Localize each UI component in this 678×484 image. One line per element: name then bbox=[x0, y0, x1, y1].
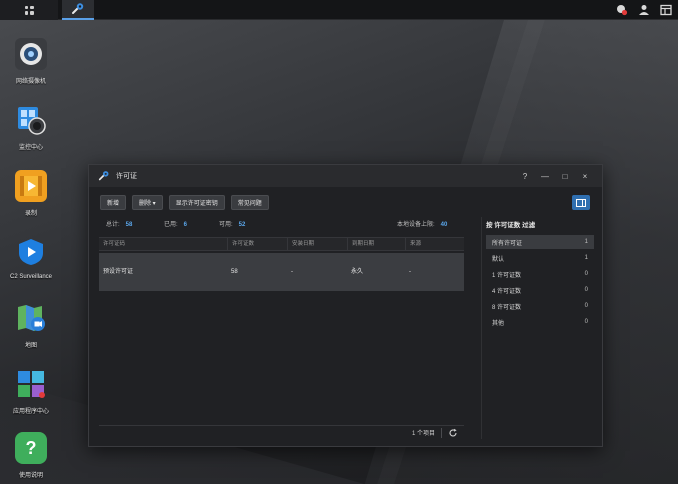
refresh-icon[interactable] bbox=[448, 428, 458, 438]
widgets-icon[interactable] bbox=[660, 4, 672, 16]
desktop-icon-camera[interactable]: 网络摄像机 bbox=[0, 38, 62, 85]
desktop-icon-app-center[interactable]: 应用程序中心 bbox=[0, 368, 62, 415]
license-app-icon bbox=[98, 171, 109, 181]
taskbar bbox=[0, 0, 678, 20]
stat-used: 已用: 6 bbox=[164, 222, 188, 228]
divider bbox=[441, 427, 442, 438]
desktop-icon-label: 使用说明 bbox=[18, 473, 43, 479]
svg-text:?: ? bbox=[26, 438, 37, 458]
help-icon: ? bbox=[15, 432, 47, 464]
close-button[interactable]: × bbox=[580, 172, 590, 181]
filter-item-default[interactable]: 默认 1 bbox=[486, 251, 594, 265]
column-header-expire-date[interactable]: 到期日期 bbox=[347, 238, 405, 251]
filter-item-1[interactable]: 1 许可证数 0 bbox=[486, 267, 594, 281]
desktop-icon-recording[interactable]: 录制 bbox=[0, 170, 62, 217]
maximize-button[interactable]: □ bbox=[560, 172, 570, 181]
filter-item-8[interactable]: 8 许可证数 0 bbox=[486, 299, 594, 313]
window-title: 许可证 bbox=[116, 173, 137, 180]
license-app-icon bbox=[72, 3, 84, 14]
c2-surveillance-icon bbox=[15, 236, 47, 268]
desktop-icon-c2-surveillance[interactable]: C2 Surveillance bbox=[0, 236, 62, 280]
map-icon bbox=[15, 302, 47, 334]
main-menu-icon bbox=[24, 5, 34, 15]
faq-button[interactable]: 常见问题 bbox=[230, 195, 269, 210]
delete-dropdown-button[interactable]: 删除 ▾ bbox=[132, 195, 163, 210]
desktop-icon-map[interactable]: 地图 bbox=[0, 302, 62, 349]
cell-expire-date: 永久 bbox=[351, 269, 364, 275]
table-header: 许可证码 许可证数 安装日期 到期日期 来源 bbox=[99, 238, 464, 251]
column-header-count[interactable]: 许可证数 bbox=[227, 238, 287, 251]
column-header-code[interactable]: 许可证码 bbox=[99, 238, 227, 251]
filter-item-4[interactable]: 4 许可证数 0 bbox=[486, 283, 594, 297]
desktop-icon-label: 网络摄像机 bbox=[15, 79, 46, 85]
camera-icon bbox=[15, 38, 47, 70]
table-footer: 1 个项目 bbox=[99, 425, 464, 439]
item-count: 1 个项目 bbox=[411, 431, 435, 437]
show-license-keys-button[interactable]: 显示许可证密钥 bbox=[168, 195, 225, 210]
desktop-icon-help[interactable]: ? 使用说明 bbox=[0, 432, 62, 479]
minimize-button[interactable]: — bbox=[540, 172, 550, 181]
taskbar-license-app[interactable] bbox=[62, 0, 94, 20]
stat-available: 可用: 52 bbox=[219, 222, 246, 228]
license-window: 许可证 ? — □ × 新增 删除 ▾ 显示许可证密钥 常见问题 总计: 58 已… bbox=[88, 164, 603, 447]
desktop-icon-label: C2 Surveillance bbox=[9, 274, 53, 280]
main-menu-button[interactable] bbox=[0, 0, 58, 20]
column-header-install-date[interactable]: 安装日期 bbox=[287, 238, 347, 251]
cell-code: 预设许可证 bbox=[103, 269, 134, 275]
user-icon[interactable] bbox=[638, 4, 650, 16]
table-row[interactable]: 预设许可证 58 - 永久 - bbox=[99, 253, 464, 291]
license-stats: 总计: 58 已用: 6 可用: 52 本地设备上限: 40 bbox=[106, 219, 461, 229]
toolbar: 新增 删除 ▾ 显示许可证密钥 常见问题 bbox=[100, 195, 269, 210]
cell-install-date: - bbox=[291, 269, 293, 275]
desktop-icon-label: 应用程序中心 bbox=[12, 409, 49, 415]
desktop-icon-monitor-center[interactable]: 监控中心 bbox=[0, 104, 62, 151]
desktop-icon-label: 录制 bbox=[24, 211, 37, 217]
stat-local-limit: 本地设备上限: 40 bbox=[397, 222, 448, 228]
column-header-source[interactable]: 来源 bbox=[405, 238, 464, 251]
desktop-icon-label: 地图 bbox=[24, 343, 37, 349]
help-button[interactable]: ? bbox=[520, 172, 530, 181]
add-button[interactable]: 新增 bbox=[100, 195, 127, 210]
cell-count: 58 bbox=[231, 269, 238, 275]
panel-toggle-icon bbox=[576, 198, 586, 207]
toggle-filter-panel-button[interactable] bbox=[572, 195, 590, 210]
notification-icon[interactable] bbox=[616, 4, 628, 16]
desktop-icon-label: 监控中心 bbox=[18, 145, 43, 151]
license-table: 许可证码 许可证数 安装日期 到期日期 来源 预设许可证 58 - 永久 - bbox=[99, 237, 464, 425]
app-center-icon bbox=[15, 368, 47, 400]
stat-total: 总计: 58 bbox=[106, 222, 133, 228]
filter-item-all[interactable]: 所有许可证 1 bbox=[486, 235, 594, 249]
filter-title: 按 许可证数 过滤 bbox=[486, 222, 536, 229]
filter-panel: 按 许可证数 过滤 所有许可证 1 默认 1 1 许可证数 0 4 许可证数 0 8 许… bbox=[481, 217, 594, 439]
window-titlebar[interactable]: 许可证 ? — □ × bbox=[89, 165, 602, 187]
monitor-center-icon bbox=[15, 104, 47, 136]
cell-source: - bbox=[409, 269, 411, 275]
filter-item-other[interactable]: 其他 0 bbox=[486, 315, 594, 329]
recording-icon bbox=[15, 170, 47, 202]
